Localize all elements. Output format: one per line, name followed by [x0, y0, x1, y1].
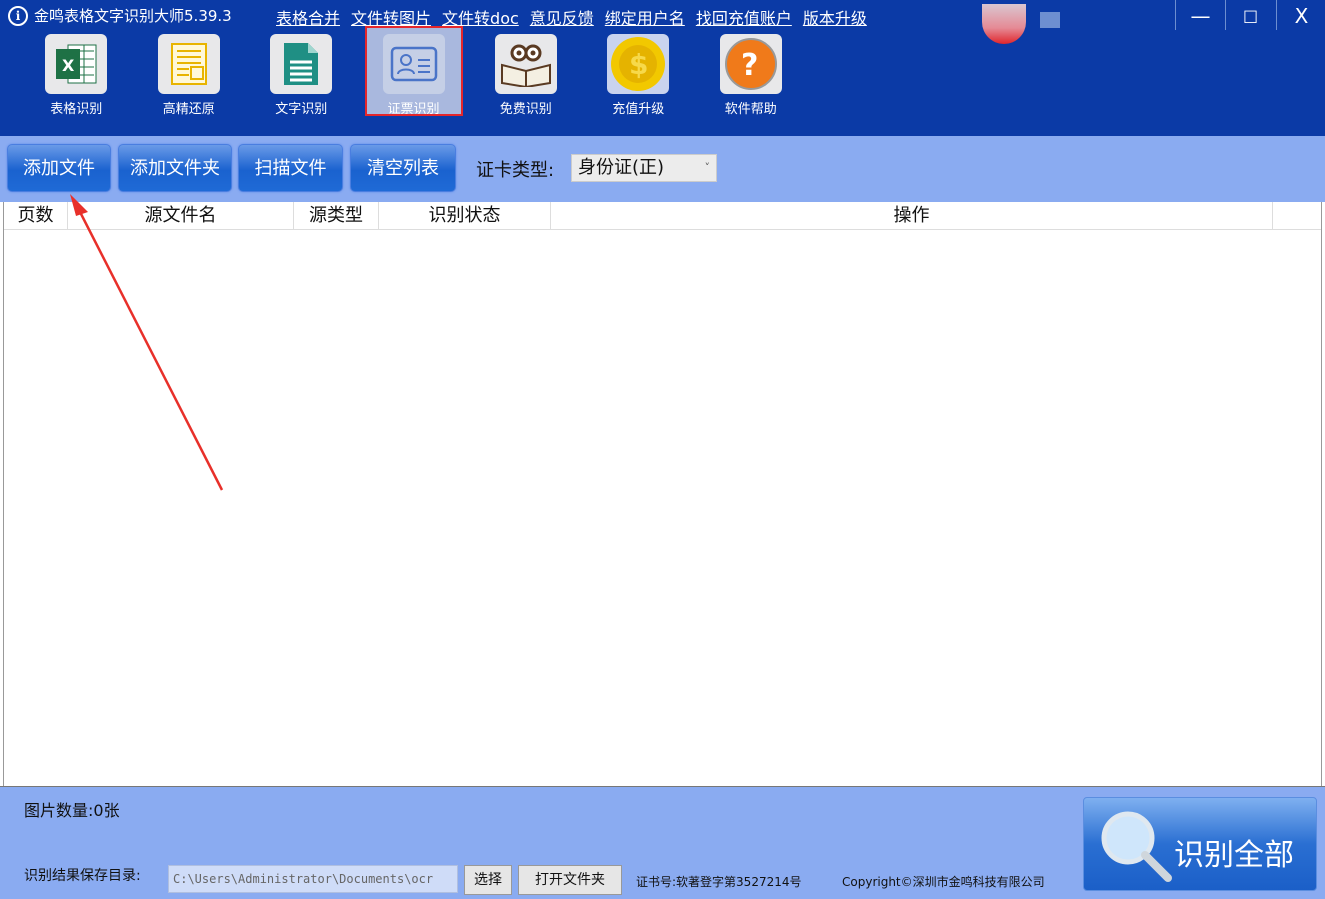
col-type[interactable]: 源类型 [294, 202, 379, 229]
recognize-all-label: 识别全部 [1174, 838, 1294, 873]
add-folder-button[interactable]: 添加文件夹 [118, 144, 232, 192]
card-type-label: 证卡类型: [476, 160, 555, 181]
link-upgrade[interactable]: 版本升级 [803, 5, 867, 29]
save-dir-input[interactable]: C:\Users\Administrator\Documents\ocr [168, 865, 458, 893]
col-pages[interactable]: 页数 [4, 202, 68, 229]
tool-help[interactable]: ? 软件帮助 [695, 32, 808, 117]
app-title: 金鸣表格文字识别大师5.39.3 [34, 7, 232, 25]
certificate-number: 证书号:软著登字第3527214号 [636, 875, 802, 889]
id-card-icon [382, 34, 445, 94]
link-merge-tables[interactable]: 表格合并 [276, 5, 340, 29]
link-feedback[interactable]: 意见反馈 [530, 5, 594, 29]
tool-label: 高精还原 [162, 102, 215, 117]
choose-button[interactable]: 选择 [464, 865, 512, 895]
scan-file-button[interactable]: 扫描文件 [238, 144, 343, 192]
excel-icon: X [45, 34, 108, 94]
link-file-to-image[interactable]: 文件转图片 [351, 5, 431, 29]
help-icon: ? [719, 34, 782, 94]
tool-label: 文字识别 [275, 102, 328, 117]
username-blurred [1040, 12, 1060, 28]
tool-label: 充值升级 [612, 102, 665, 117]
document-icon [270, 34, 333, 94]
tool-id-card-ocr[interactable]: 证票识别 [364, 26, 463, 117]
close-button[interactable]: X [1276, 0, 1325, 30]
save-dir-label: 识别结果保存目录: [24, 868, 141, 884]
tool-label: 软件帮助 [724, 102, 777, 117]
header: i 金鸣表格文字识别大师5.39.3 表格合并 文件转图片 文件转doc 意见反… [0, 0, 1325, 136]
tool-label: 表格识别 [50, 102, 103, 117]
magnifier-icon [1101, 811, 1172, 882]
chevron-down-icon: ˅ [704, 161, 711, 174]
link-file-to-doc[interactable]: 文件转doc [442, 5, 519, 29]
clear-list-button[interactable]: 清空列表 [350, 144, 456, 192]
tool-recharge[interactable]: $ 充值升级 [582, 32, 695, 117]
minimize-button[interactable]: — [1175, 0, 1225, 30]
book-owl-icon [494, 34, 557, 94]
top-links: 表格合并 文件转图片 文件转doc 意见反馈 绑定用户名 找回充值账户 版本升级 [276, 5, 867, 29]
svg-text:$: $ [629, 48, 648, 81]
image-count: 图片数量:0张 [24, 801, 120, 820]
user-avatar[interactable] [982, 4, 1026, 44]
tool-text-ocr[interactable]: 文字识别 [245, 32, 358, 117]
card-type-value: 身份证(正) [578, 157, 665, 178]
add-file-button[interactable]: 添加文件 [7, 144, 111, 192]
tool-table-ocr[interactable]: X 表格识别 [20, 32, 133, 117]
maximize-button[interactable]: □ [1225, 0, 1275, 30]
coin-icon: $ [607, 34, 670, 94]
svg-text:X: X [62, 56, 75, 75]
col-filename[interactable]: 源文件名 [68, 202, 294, 229]
app-title-bar: i 金鸣表格文字识别大师5.39.3 [8, 5, 232, 26]
open-folder-button[interactable]: 打开文件夹 [518, 865, 622, 895]
link-bind-username[interactable]: 绑定用户名 [605, 5, 685, 29]
tool-label: 证票识别 [387, 102, 440, 117]
action-toolbar: 添加文件 添加文件夹 扫描文件 清空列表 证卡类型: 身份证(正) ˅ [0, 136, 1325, 202]
tool-free-ocr[interactable]: 免费识别 [470, 32, 583, 117]
col-actions[interactable]: 操作 [551, 202, 1273, 229]
link-recover-account[interactable]: 找回充值账户 [696, 5, 792, 29]
layout-icon [157, 34, 220, 94]
tool-label: 免费识别 [499, 102, 552, 117]
footer: 图片数量:0张 识别结果保存目录: C:\Users\Administrator… [0, 786, 1325, 899]
file-table: 页数 源文件名 源类型 识别状态 操作 [3, 202, 1322, 786]
svg-text:?: ? [741, 48, 758, 83]
card-type-select[interactable]: 身份证(正) ˅ [571, 154, 717, 182]
col-status[interactable]: 识别状态 [379, 202, 551, 229]
tool-precise-restore[interactable]: 高精还原 [133, 32, 246, 117]
copyright: Copyright©深圳市金鸣科技有限公司 [842, 875, 1045, 889]
table-header: 页数 源文件名 源类型 识别状态 操作 [4, 202, 1321, 230]
info-icon[interactable]: i [8, 5, 28, 26]
tool-row: X 表格识别 高精还原 文字识别 证票识别 免费识别 $ 充值升级 ? 软件帮助 [20, 26, 808, 117]
recognize-all-button[interactable]: 识别全部 [1083, 797, 1317, 891]
